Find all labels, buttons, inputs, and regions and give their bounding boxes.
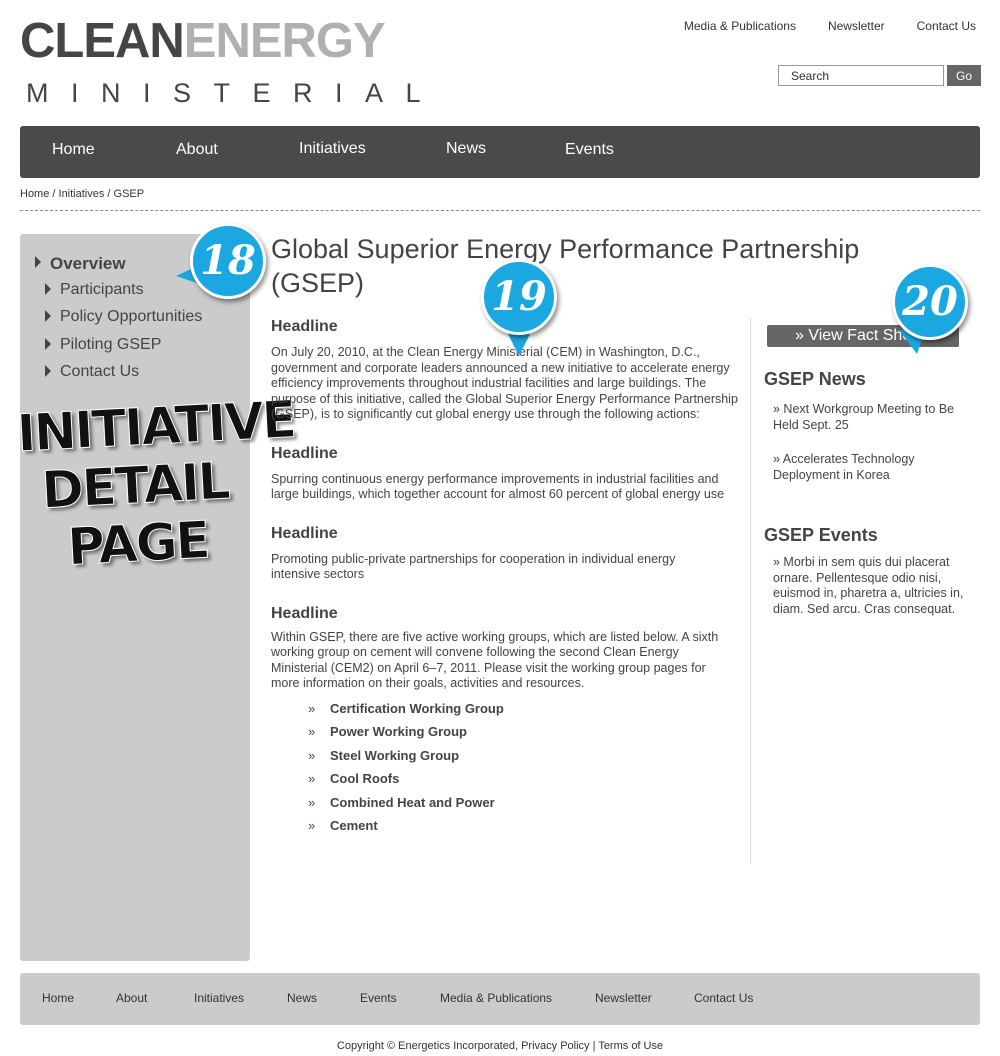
section-headline: Headline (271, 524, 338, 542)
working-group-label: Steel Working Group (330, 747, 460, 763)
raquo-icon: » (308, 818, 316, 834)
caret-right-icon (45, 283, 51, 295)
stamp-line: PAGE (66, 511, 211, 578)
footer-nav: Home About Initiatives News Events Media… (20, 973, 980, 1025)
site-logo[interactable]: CLEANENERGY MINISTERIAL (20, 17, 450, 109)
sidebar-item-piloting-gsep[interactable]: Piloting GSEP (45, 336, 161, 354)
working-group-link[interactable]: » Steel Working Group (308, 748, 741, 772)
working-group-link[interactable]: » Combined Heat and Power (308, 795, 741, 819)
page-title: Global Superior Energy Performance Partn… (271, 234, 860, 298)
working-group-label: Certification Working Group (330, 700, 504, 716)
footer-link-news[interactable]: News (287, 991, 317, 1005)
footer-link-events[interactable]: Events (360, 991, 397, 1005)
nav-news[interactable]: News (446, 140, 486, 158)
sidebar-item-label: Overview (50, 254, 126, 273)
working-group-label: Cool Roofs (330, 771, 400, 787)
divider (20, 210, 980, 211)
caret-right-icon (45, 310, 51, 322)
caret-right-icon (45, 338, 51, 350)
sidebar-item-overview[interactable]: Overview (35, 254, 126, 274)
nav-home[interactable]: Home (52, 141, 95, 159)
footer-link-initiatives[interactable]: Initiatives (194, 991, 244, 1005)
footer-link-contact-us[interactable]: Contact Us (694, 991, 753, 1005)
section-text: Spurring continuous energy performance i… (271, 471, 725, 502)
working-group-label: Combined Heat and Power (330, 794, 495, 810)
sidebar-item-label: Piloting GSEP (60, 336, 162, 353)
working-group-link[interactable]: » Cool Roofs (308, 771, 741, 795)
nav-events[interactable]: Events (565, 141, 614, 159)
section-headline: Headline (271, 444, 338, 462)
callout-badge-18: 18 (190, 223, 266, 299)
news-item-link[interactable]: » Accelerates Technology Deployment in K… (773, 452, 968, 483)
working-group-label: Cement (330, 818, 378, 834)
news-item-link[interactable]: » Next Workgroup Meeting to Be Held Sept… (773, 402, 968, 433)
event-item[interactable]: » Morbi in sem quis dui placerat ornare.… (773, 555, 965, 617)
content-section: Headline Within GSEP, there are five act… (271, 605, 741, 692)
callout-badge-20: 20 (892, 264, 968, 340)
sidebar-item-contact-us[interactable]: Contact Us (45, 363, 139, 381)
nav-about[interactable]: About (176, 141, 218, 159)
caret-right-icon (45, 365, 51, 377)
section-text: Promoting public-private partnerships fo… (271, 551, 676, 582)
callout-badge-19: 19 (481, 259, 557, 335)
copyright: Copyright © Energetics Incorporated, Pri… (336, 1040, 664, 1052)
nav-initiatives[interactable]: Initiatives (299, 140, 366, 158)
events-heading: GSEP Events (764, 525, 878, 545)
footer-link-newsletter[interactable]: Newsletter (595, 991, 652, 1005)
sidebar-item-label: Contact Us (60, 363, 140, 380)
utility-links: Media & Publications Newsletter Contact … (684, 19, 976, 33)
content-section: Headline Promoting public-private partne… (271, 525, 741, 583)
working-group-link[interactable]: » Certification Working Group (308, 701, 741, 725)
working-group-link[interactable]: » Power Working Group (308, 724, 741, 748)
caret-right-icon (35, 256, 41, 268)
toplink-newsletter[interactable]: Newsletter (828, 19, 885, 33)
stamp-line: DETAIL (40, 452, 231, 522)
raquo-icon: » (308, 700, 316, 716)
content-section: Headline Spurring continuous energy perf… (271, 445, 741, 503)
toplink-contact-us[interactable]: Contact Us (917, 19, 976, 33)
main-nav: Home About Initiatives News Events (20, 126, 980, 178)
working-group-list: » Certification Working Group » Power Work… (308, 701, 741, 843)
sidebar-item-label: Policy Opportunities (60, 308, 203, 325)
search-input[interactable] (778, 65, 944, 86)
column-divider (750, 318, 751, 864)
raquo-icon: » (308, 747, 316, 763)
main-content: Headline On July 20, 2010, at the Clean … (271, 318, 741, 842)
logo-word-energy: ENERGY (183, 14, 386, 68)
footer-link-about[interactable]: About (116, 991, 147, 1005)
initiative-detail-page-stamp: INITIATIVE DETAIL PAGE (15, 390, 297, 580)
raquo-icon: » (308, 794, 316, 810)
section-headline: Headline (271, 604, 338, 622)
sidebar-item-policy-opportunities[interactable]: Policy Opportunities (45, 308, 202, 326)
sidebar-item-participants[interactable]: Participants (45, 281, 144, 299)
breadcrumb[interactable]: Home / Initiatives / GSEP (20, 188, 144, 200)
logo-wordmark: CLEANENERGY (20, 17, 450, 66)
raquo-icon: » (308, 724, 316, 740)
callout-pointer (508, 334, 530, 356)
logo-word-clean: CLEAN (20, 14, 185, 68)
sidebar: Overview Participants Policy Opportuniti… (15, 234, 297, 961)
footer-link-media-publications[interactable]: Media & Publications (440, 991, 552, 1005)
news-heading: GSEP News (764, 369, 866, 389)
content-section: Headline On July 20, 2010, at the Clean … (271, 318, 741, 423)
search-form: Go (778, 65, 981, 86)
search-go-button[interactable]: Go (947, 65, 981, 86)
raquo-icon: » (308, 771, 316, 787)
sidebar-item-label: Participants (60, 281, 144, 298)
working-group-link[interactable]: » Cement (308, 818, 741, 842)
logo-word-ministerial: MINISTERIAL (26, 78, 444, 108)
section-text: On July 20, 2010, at the Clean Energy Mi… (271, 345, 738, 421)
working-group-label: Power Working Group (330, 724, 467, 740)
section-text: Within GSEP, there are five active worki… (271, 629, 719, 691)
footer-link-home[interactable]: Home (42, 991, 74, 1005)
toplink-media-publications[interactable]: Media & Publications (684, 19, 796, 33)
